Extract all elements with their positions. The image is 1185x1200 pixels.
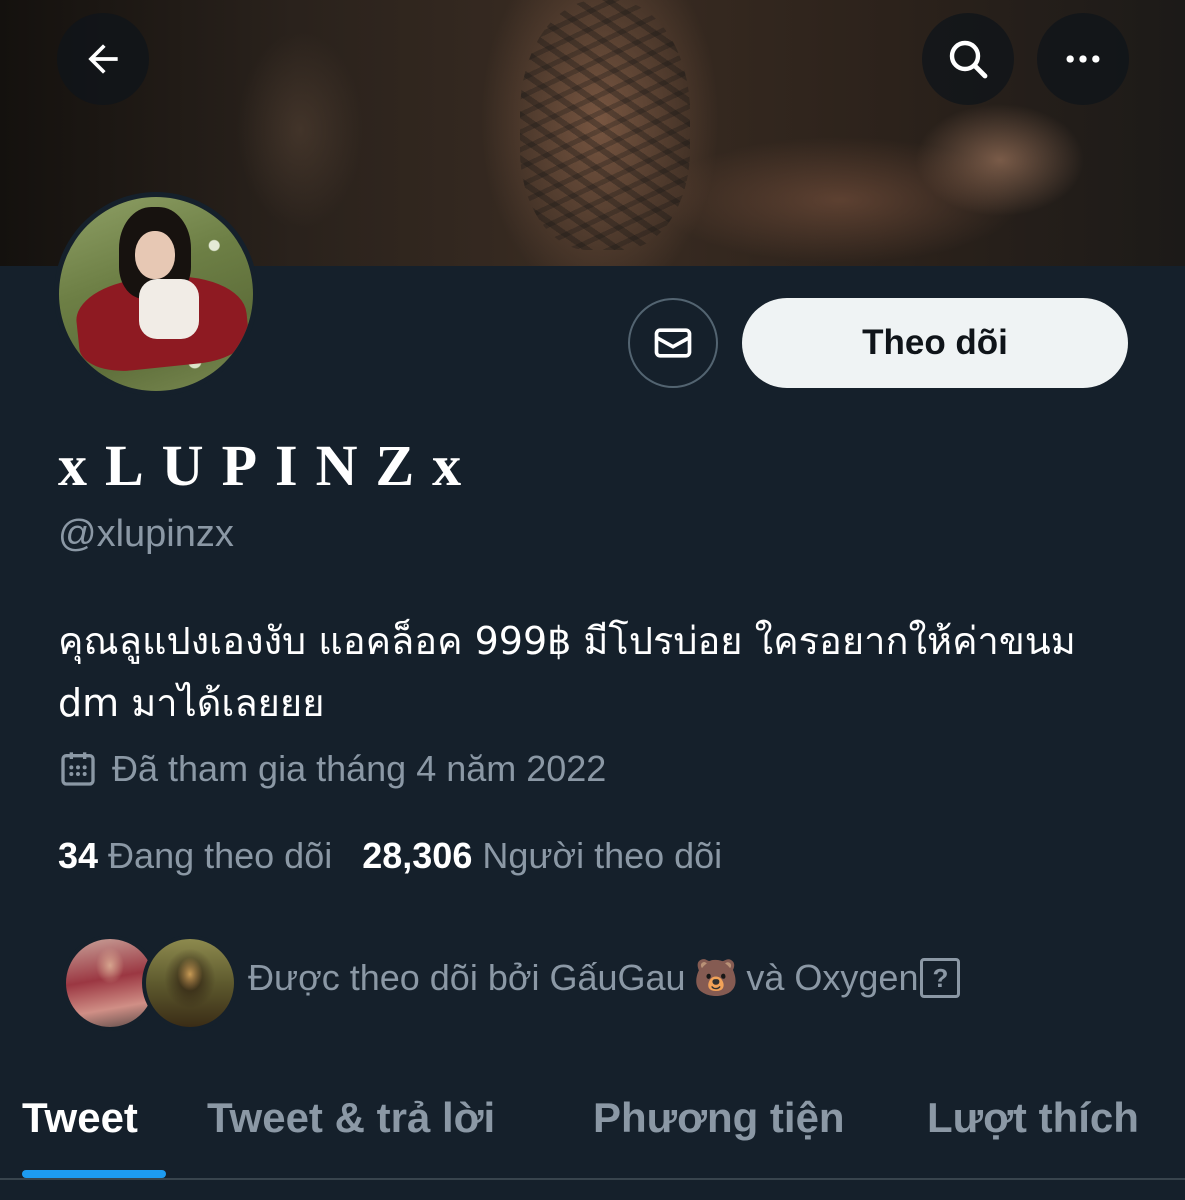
following-label: Đang theo dõi	[108, 835, 333, 876]
avatar-photo	[59, 197, 253, 391]
active-tab-indicator	[22, 1170, 166, 1178]
bear-emoji-icon: 🐻	[693, 957, 739, 998]
followers-link[interactable]: 28,306 Người theo dõi	[362, 835, 722, 877]
back-button[interactable]	[57, 13, 149, 105]
tab-tweets-replies[interactable]: Tweet & trả lời	[207, 1094, 495, 1142]
message-button[interactable]	[628, 298, 718, 388]
more-horizontal-icon	[1066, 55, 1100, 63]
followed-by-prefix: Được theo dõi bởi GấuGau	[248, 957, 686, 998]
profile-page: Theo dõi xLUPINZx @xlupinzx คุณลูแปงเองง…	[0, 0, 1185, 1200]
envelope-icon	[654, 328, 692, 358]
followed-by-suffix: và Oxygen	[746, 957, 919, 998]
follower-avatar	[142, 935, 238, 1031]
username-handle: @xlupinzx	[58, 513, 234, 555]
arrow-left-icon	[88, 44, 118, 74]
tab-divider	[0, 1178, 1185, 1180]
profile-bio: คุณลูแปงเองงับ แอคล็อค 999฿ มีโปรบ่อย ใค…	[58, 619, 1076, 725]
followers-label: Người theo dõi	[482, 835, 723, 876]
calendar-icon	[61, 752, 95, 786]
tab-tweets[interactable]: Tweet	[22, 1094, 138, 1142]
join-date-text: Đã tham gia tháng 4 năm 2022	[112, 748, 607, 789]
follow-stats: 34 Đang theo dõi 28,306 Người theo dõi	[58, 835, 752, 877]
profile-avatar[interactable]	[54, 192, 258, 396]
search-button[interactable]	[922, 13, 1014, 105]
more-options-button[interactable]	[1037, 13, 1129, 105]
search-icon	[949, 40, 988, 79]
display-name: xLUPINZx	[58, 433, 480, 498]
unknown-glyph-icon: ?	[920, 958, 961, 998]
profile-tabs: Tweet Tweet & trả lời Phương tiện Lượt t…	[0, 1080, 1185, 1200]
followed-by-text: Được theo dõi bởi GấuGau 🐻 và Oxygen ?	[248, 957, 961, 999]
join-date: Đã tham gia tháng 4 năm 2022	[58, 748, 606, 790]
following-link[interactable]: 34 Đang theo dõi	[58, 835, 332, 877]
tab-likes[interactable]: Lượt thích	[927, 1094, 1139, 1142]
tab-media[interactable]: Phương tiện	[593, 1094, 845, 1142]
following-count: 34	[58, 835, 99, 876]
followed-by-section[interactable]: Được theo dõi bởi GấuGau 🐻 và Oxygen ?	[62, 935, 1162, 1031]
banner-photo-detail	[520, 0, 690, 250]
followers-count: 28,306	[362, 835, 473, 876]
follow-button[interactable]: Theo dõi	[742, 298, 1128, 388]
